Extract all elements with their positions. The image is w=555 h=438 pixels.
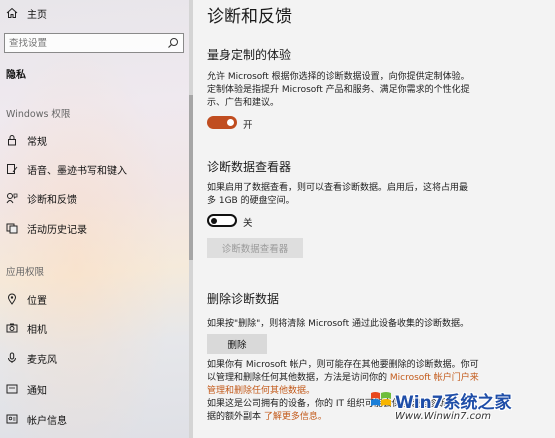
page-title: 诊断和反馈	[207, 7, 292, 27]
lock-icon	[5, 133, 19, 147]
tailored-experience-description: 允许 Microsoft 根据你选择的诊断数据设置，向你提供定制体验。 定制体验…	[207, 72, 470, 108]
category-title: 隐私	[6, 70, 26, 81]
account-icon	[5, 412, 19, 426]
sidebar-item-diagnostics[interactable]: 诊断和反馈	[0, 187, 182, 209]
sidebar-item-label: 常规	[27, 136, 47, 148]
sidebar-item-label: 相机	[27, 324, 47, 336]
camera-icon	[5, 321, 19, 335]
toggle-knob	[227, 119, 234, 126]
sidebar-item-label: 主页	[27, 9, 47, 21]
sidebar-item-label: 通知	[27, 385, 47, 397]
watermark-brand: Win7系统之家	[395, 393, 512, 413]
sidebar-item-label: 帐户信息	[27, 415, 67, 427]
sidebar-item-account-info[interactable]: 帐户信息	[0, 408, 182, 430]
diagnostic-viewer-heading: 诊断数据查看器	[207, 160, 292, 174]
sidebar-item-label: 诊断和反馈	[27, 194, 77, 206]
sidebar-item-camera[interactable]: 相机	[0, 317, 182, 339]
sidebar-item-general[interactable]: 常规	[0, 129, 182, 151]
delete-button[interactable]: 删除	[207, 334, 267, 354]
toggle-knob	[211, 218, 217, 224]
microphone-icon	[5, 351, 19, 365]
learn-more-link[interactable]: 了解更多信息。	[264, 412, 327, 422]
sidebar-scrollbar[interactable]	[189, 0, 193, 438]
sidebar-item-label: 位置	[27, 295, 47, 307]
sidebar-item-activity-history[interactable]: 活动历史记录	[0, 217, 182, 239]
search-input[interactable]	[9, 37, 159, 49]
sidebar-item-speech[interactable]: 语音、墨迹书写和键入	[0, 158, 182, 180]
scrollbar-thumb[interactable]	[189, 95, 193, 260]
watermark-url: Www.Winwin7.com	[395, 411, 491, 422]
pen-document-icon	[5, 162, 19, 176]
windows-logo-icon	[371, 392, 391, 406]
sidebar-item-location[interactable]: 位置	[0, 288, 182, 310]
search-icon[interactable]	[167, 37, 179, 49]
home-icon	[5, 6, 19, 20]
sidebar-item-label: 活动历史记录	[27, 224, 87, 236]
section-app-permissions: 应用权限	[6, 267, 45, 278]
tailored-experience-heading: 量身定制的体验	[207, 48, 292, 62]
sidebar-item-label: 麦克风	[27, 354, 57, 366]
sidebar-item-label: 语音、墨迹书写和键入	[27, 165, 127, 177]
diagnostic-viewer-button[interactable]: 诊断数据查看器	[207, 238, 303, 258]
feedback-icon	[5, 191, 19, 205]
section-windows-permissions: Windows 权限	[6, 109, 71, 120]
main-content: 诊断和反馈 量身定制的体验 允许 Microsoft 根据你选择的诊断数据设置，…	[193, 0, 555, 438]
diagnostic-viewer-description: 如果启用了数据查看，则可以查看诊断数据。启用后，这将占用最 多 1GB 的硬盘空…	[207, 183, 469, 206]
history-icon	[5, 221, 19, 235]
sidebar-item-microphone[interactable]: 麦克风	[0, 347, 182, 369]
viewer-toggle-state: 关	[243, 218, 253, 229]
delete-diagnostic-heading: 删除诊断数据	[207, 292, 280, 306]
sidebar-item-home[interactable]: 主页	[0, 2, 182, 24]
watermark: Win7系统之家 Www.Winwin7.com	[369, 388, 549, 428]
account-portal-link[interactable]: Microsoft 帐户门户来	[390, 373, 479, 383]
delete-diagnostic-description: 如果按"删除"，则将清除 Microsoft 通过此设备收集的诊断数据。	[207, 319, 469, 329]
sidebar-item-notifications[interactable]: 通知	[0, 378, 182, 400]
account-portal-link-cont[interactable]: 管理和删除任何其他数据。	[207, 386, 315, 396]
notification-icon	[5, 382, 19, 396]
sidebar: 主页 隐私 Windows 权限 常规 语音、墨迹书写和键入 诊断和反馈 活动历…	[0, 0, 190, 438]
tailored-experience-toggle[interactable]	[207, 116, 237, 129]
location-icon	[5, 292, 19, 306]
diagnostic-viewer-toggle[interactable]	[207, 214, 237, 227]
search-input-container[interactable]	[4, 33, 184, 53]
tailored-toggle-state: 开	[243, 120, 253, 131]
